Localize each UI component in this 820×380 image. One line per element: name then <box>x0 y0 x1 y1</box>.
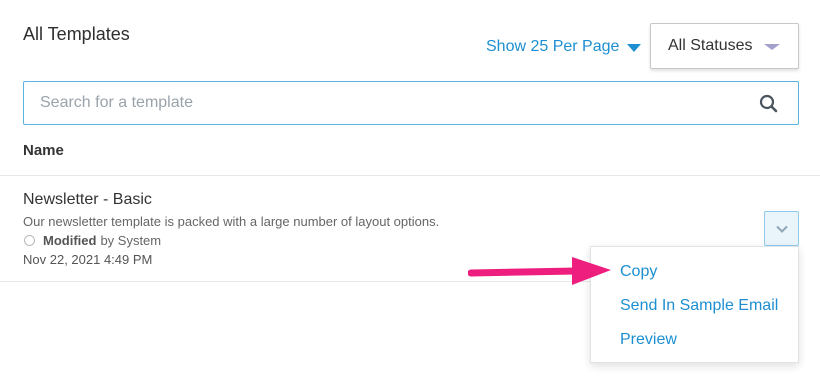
status-filter-label: All Statuses <box>668 37 753 54</box>
chevron-down-icon <box>775 225 788 233</box>
search-box <box>23 81 799 125</box>
caret-down-icon <box>627 43 642 52</box>
status-circle-icon <box>24 235 35 246</box>
page-title: All Templates <box>23 24 130 44</box>
modified-date: Nov 22, 2021 4:49 PM <box>23 252 153 267</box>
column-header-name[interactable]: Name <box>23 142 64 159</box>
header-divider <box>0 175 820 176</box>
per-page-label: Show 25 Per Page <box>486 38 620 55</box>
arrow-right-icon <box>468 257 611 285</box>
row-actions-toggle[interactable] <box>764 211 799 246</box>
status-filter-select[interactable]: All Statuses <box>650 23 799 69</box>
menu-item-preview[interactable]: Preview <box>620 331 677 349</box>
menu-item-send-sample-email[interactable]: Send In Sample Email <box>620 297 778 315</box>
modified-label: Modified <box>43 233 97 248</box>
row-actions-menu: Copy Send In Sample Email Preview <box>590 246 799 363</box>
template-modified: Modified by System <box>23 233 161 248</box>
search-input[interactable] <box>24 82 724 124</box>
caret-down-icon <box>764 44 781 50</box>
menu-item-copy[interactable]: Copy <box>620 263 657 281</box>
search-icon[interactable] <box>758 93 780 115</box>
templates-page: All Templates Show 25 Per Page All Statu… <box>0 0 820 380</box>
template-description: Our newsletter template is packed with a… <box>23 214 440 229</box>
modified-by: by System <box>100 233 162 248</box>
template-title[interactable]: Newsletter - Basic <box>23 191 152 209</box>
per-page-dropdown[interactable]: Show 25 Per Page <box>486 38 642 56</box>
